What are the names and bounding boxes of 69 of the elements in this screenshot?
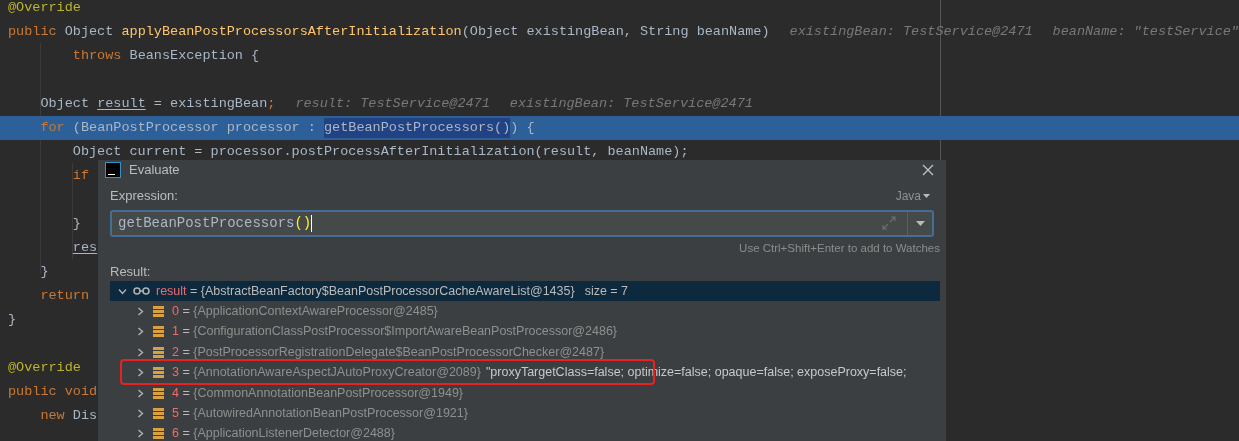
code-token: Dis — [72, 406, 98, 425]
list-item-icon — [153, 326, 164, 338]
code-token: public — [8, 22, 57, 41]
chevron-right-icon[interactable] — [136, 429, 145, 439]
inline-value-hint: existingBean: TestService@2471 — [789, 22, 1033, 41]
code-token: ; — [267, 94, 276, 113]
inline-value-hint: result: TestService@2471 — [295, 94, 490, 113]
code-token: } — [8, 310, 17, 329]
code-token: ) { — [510, 118, 535, 137]
tree-row-text: 4 = {CommonAnnotationBeanPostProcessor@1949} — [172, 384, 464, 402]
list-item-icon — [153, 305, 164, 317]
list-item-icon — [153, 407, 164, 419]
code-token: res — [72, 238, 98, 257]
code-token: getBeanPostProcessors() — [324, 117, 511, 139]
result-label: Result: — [110, 263, 151, 279]
code-token: BeansException { — [129, 46, 260, 65]
code-token: Object — [40, 94, 90, 113]
code-token: throws — [72, 46, 122, 65]
list-item-icon — [153, 346, 164, 358]
code-token: if — [72, 166, 89, 185]
tree-row[interactable]: 4 = {CommonAnnotationBeanPostProcessor@1949} — [110, 382, 940, 404]
tree-row[interactable]: result = {AbstractBeanFactory$BeanPostProcessorCacheAwareList@1435} size = 7 — [110, 281, 940, 302]
app-logo-icon — [105, 162, 121, 178]
tree-row-text: 1 = {ConfigurationClassPostProcessor$ImportAwareBeanPostProcessor@2486} — [172, 323, 618, 341]
tree-row[interactable]: 5 = {AutowiredAnnotationBeanPostProcessor@1921} — [110, 403, 940, 424]
tree-row-text: 0 = {ApplicationContextAwareProcessor@2485} — [172, 303, 438, 321]
code-token: void — [64, 382, 98, 401]
inline-value-hint: beanName: "testService" — [1052, 22, 1239, 41]
code-token: = existingBean — [153, 94, 268, 113]
tree-row-text: 6 = {ApplicationListenerDetector@2488} — [172, 425, 395, 441]
code-token: (BeanPostProcessor processor : — [72, 118, 317, 137]
code-token: for — [40, 118, 65, 137]
chevron-down-icon[interactable] — [118, 286, 127, 296]
tree-row[interactable]: 6 = {ApplicationListenerDetector@2488} — [110, 423, 940, 441]
tree-row-text: result = {AbstractBeanFactory$BeanPostProcessorCacheAwareList@1435} — [156, 282, 575, 300]
list-item-icon — [153, 387, 164, 399]
code-token: return — [40, 286, 89, 305]
code-token: Object — [64, 22, 115, 41]
code-token: } — [72, 214, 81, 233]
code-token: @Override — [8, 358, 81, 377]
size-label: size = 7 — [584, 282, 629, 300]
expression-label: Expression: — [110, 187, 178, 205]
code-token: Object current = processor.postProcessAfterInitialization(result, beanName); — [72, 142, 689, 161]
caret-down-icon — [923, 193, 930, 198]
list-item-icon — [153, 367, 164, 379]
code-token: public — [8, 382, 57, 401]
dialog-title: Evaluate — [129, 161, 180, 180]
chevron-right-icon[interactable] — [136, 306, 145, 316]
inline-value-hint: existingBean: TestService@2471 — [509, 94, 753, 113]
tree-row-text: 3 = {AnnotationAwareAspectJAutoProxyCreator@2089} — [172, 364, 481, 382]
code-token: @Override — [8, 0, 81, 17]
list-item-icon — [153, 428, 164, 440]
code-token: new — [40, 406, 65, 425]
code-token: } — [40, 262, 49, 281]
code-token: result — [97, 94, 146, 113]
close-icon[interactable] — [922, 164, 934, 176]
tree-row-text: 5 = {AutowiredAnnotationBeanPostProcessor@1921} — [172, 405, 468, 422]
tree-row[interactable]: 0 = {ApplicationContextAwareProcessor@2485} — [110, 301, 940, 322]
expression-field[interactable]: getBeanPostProcessors() — [110, 209, 934, 237]
code-token: applyBeanPostProcessorsAfterInitialization — [121, 22, 462, 41]
language-dropdown[interactable]: Java — [895, 186, 930, 205]
tree-row-text: 2 = {PostProcessorRegistrationDelegate$BeanPostProcessorChecker@2487} — [172, 343, 605, 361]
code-token: (Object existingBean, String beanName) — [461, 22, 770, 41]
glasses-icon — [133, 287, 150, 296]
watches-hint: Use Ctrl+Shift+Enter to add to Watches — [739, 240, 940, 256]
caret-down-icon — [915, 220, 925, 226]
tree-row[interactable]: 2 = {PostProcessorRegistrationDelegate$BeanPostProcessorChecker@2487} — [110, 342, 940, 363]
tree-row[interactable]: 1 = {ConfigurationClassPostProcessor$ImportAwareBeanPostProcessor@2486} — [110, 321, 940, 343]
expression-text: getBeanPostProcessors() — [118, 213, 312, 233]
